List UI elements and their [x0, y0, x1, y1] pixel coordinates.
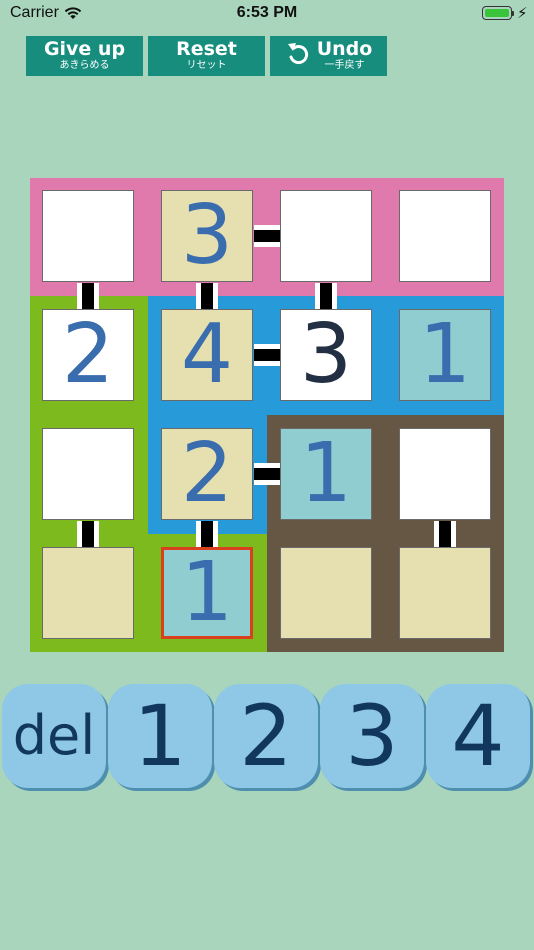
cell-r1-c1[interactable]: 4 [161, 309, 253, 401]
cell-r3-c2[interactable] [280, 547, 372, 639]
cell-r0-c0[interactable] [42, 190, 134, 282]
undo-icon [285, 40, 311, 70]
undo-label: Undo [316, 38, 373, 60]
cell-r0-c3[interactable] [399, 190, 491, 282]
key-2-button[interactable]: 2 [214, 684, 318, 788]
cell-r3-c0[interactable] [42, 547, 134, 639]
reset-button[interactable]: Reset リセット [148, 36, 265, 76]
give-up-sublabel: あきらめる [59, 60, 110, 71]
key-del-button[interactable]: del [2, 684, 106, 788]
connector-r2-r3-c1 [196, 521, 218, 547]
clock: 6:53 PM [236, 4, 298, 21]
connector-r0-r1-c1 [196, 283, 218, 309]
cell-r2-c1[interactable]: 2 [161, 428, 253, 520]
cell-r2-c0[interactable] [42, 428, 134, 520]
cell-r2-c2[interactable]: 1 [280, 428, 372, 520]
bolt-icon: ⚡ [517, 4, 528, 22]
battery-tip [512, 11, 514, 16]
connector-r2-r3-c3 [434, 521, 456, 547]
undo-button[interactable]: Undo 一手戻す [270, 36, 387, 76]
connector-r0-r1-c0 [77, 283, 99, 309]
cell-r1-c3[interactable]: 1 [399, 309, 491, 401]
cell-r2-c3[interactable] [399, 428, 491, 520]
puzzle-board: 3 2 4 3 1 2 1 1 [30, 178, 504, 652]
key-1-button[interactable]: 1 [108, 684, 212, 788]
cell-r1-c2[interactable]: 3 [280, 309, 372, 401]
cell-r3-c3[interactable] [399, 547, 491, 639]
give-up-button[interactable]: Give up あきらめる [26, 36, 143, 76]
cell-r0-c2[interactable] [280, 190, 372, 282]
connector-r2-c1-c2 [254, 463, 280, 485]
give-up-label: Give up [43, 38, 126, 60]
cell-r0-c1[interactable]: 3 [161, 190, 253, 282]
undo-sublabel: 一手戻す [324, 60, 365, 71]
key-4-button[interactable]: 4 [426, 684, 530, 788]
connector-r0-r1-c2 [315, 283, 337, 309]
cell-r1-c0[interactable]: 2 [42, 309, 134, 401]
reset-sublabel: リセット [186, 60, 227, 71]
cell-r3-c1-selected[interactable]: 1 [161, 547, 253, 639]
connector-r1-c1-c2 [254, 344, 280, 366]
reset-label: Reset [176, 38, 237, 60]
connector-r0-c1-c2 [254, 225, 280, 247]
status-bar: Carrier 6:53 PM ⚡ [0, 0, 534, 30]
key-3-button[interactable]: 3 [320, 684, 424, 788]
connector-r2-r3-c0 [77, 521, 99, 547]
battery-icon [482, 6, 512, 20]
